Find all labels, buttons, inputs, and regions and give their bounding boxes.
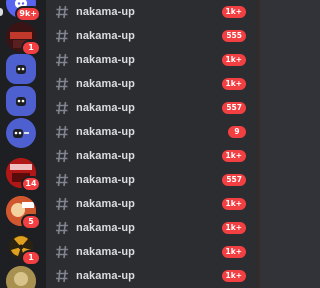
- channel-name: nakama-up: [76, 102, 135, 114]
- unread-badge: 1k+: [221, 222, 246, 234]
- server-art-icon: [6, 266, 36, 288]
- unread-badge: 1k+: [221, 150, 246, 162]
- hashtag-icon: [56, 125, 68, 139]
- channel-name: nakama-up: [76, 246, 135, 258]
- unread-badge: 555: [222, 30, 246, 42]
- chat-area-edge: [258, 0, 288, 288]
- hashtag-icon: [56, 5, 68, 19]
- mention-badge: 14: [21, 176, 41, 192]
- unread-badge: 9: [228, 126, 246, 138]
- channel-name: nakama-up: [76, 222, 135, 234]
- channel-item[interactable]: nakama-up 1k+: [52, 74, 252, 94]
- channel-item[interactable]: nakama-up 557: [52, 170, 252, 190]
- channel-name: nakama-up: [76, 270, 135, 282]
- channel-item[interactable]: nakama-up 557: [52, 98, 252, 118]
- unread-badge: 1k+: [221, 198, 246, 210]
- channel-item[interactable]: nakama-up 1k+: [52, 2, 252, 22]
- unread-badge: 1k+: [221, 6, 246, 18]
- mention-badge: 1: [21, 250, 41, 266]
- channel-item[interactable]: nakama-up 1k+: [52, 218, 252, 238]
- server-icon-8[interactable]: [6, 266, 36, 288]
- channel-name: nakama-up: [76, 6, 135, 18]
- robot-icon: [16, 65, 26, 74]
- server-icon-7[interactable]: 1: [6, 232, 41, 266]
- channel-item[interactable]: nakama-up 1k+: [52, 266, 252, 286]
- hashtag-icon: [56, 149, 68, 163]
- channel-name: nakama-up: [76, 78, 135, 90]
- server-icon-2[interactable]: [6, 54, 36, 84]
- channel-name: nakama-up: [76, 54, 135, 66]
- mention-badge: 5: [21, 214, 41, 230]
- server-indicator-pill: [0, 8, 3, 16]
- hashtag-icon: [56, 77, 68, 91]
- server-icon-3[interactable]: [6, 86, 36, 116]
- unread-badge: 557: [222, 174, 246, 186]
- server-icon-1[interactable]: 1: [6, 22, 41, 56]
- unread-badge: 1k+: [221, 78, 246, 90]
- mention-badge: 9k+: [15, 6, 41, 22]
- channel-item[interactable]: nakama-up 1k+: [52, 146, 252, 166]
- channel-item[interactable]: nakama-up 1k+: [52, 194, 252, 214]
- hashtag-icon: [56, 221, 68, 235]
- hashtag-icon: [56, 53, 68, 67]
- server-icon-0[interactable]: 9k+: [6, 0, 41, 22]
- hashtag-icon: [56, 245, 68, 259]
- unread-badge: 557: [222, 102, 246, 114]
- hashtag-icon: [56, 173, 68, 187]
- server-icon-4[interactable]: [6, 118, 36, 148]
- channel-name: nakama-up: [76, 198, 135, 210]
- hashtag-icon: [56, 29, 68, 43]
- hashtag-icon: [56, 197, 68, 211]
- channel-name: nakama-up: [76, 30, 135, 42]
- channel-name: nakama-up: [76, 174, 135, 186]
- channel-sidebar: nakama-up 1k+ nakama-up 555 nakama-up 1k…: [46, 0, 258, 288]
- hashtag-icon: [56, 269, 68, 283]
- channel-item[interactable]: nakama-up 1k+: [52, 50, 252, 70]
- channel-item[interactable]: nakama-up 555: [52, 26, 252, 46]
- robot-icon: [13, 129, 29, 138]
- channel-item[interactable]: nakama-up 9: [52, 122, 252, 142]
- server-icon-6[interactable]: 5: [6, 196, 41, 230]
- hashtag-icon: [56, 101, 68, 115]
- unread-badge: 1k+: [221, 270, 246, 282]
- divider: [258, 0, 260, 288]
- unread-badge: 1k+: [221, 54, 246, 66]
- channel-name: nakama-up: [76, 150, 135, 162]
- server-icon-5[interactable]: 14: [6, 158, 41, 192]
- server-rail: 9k+ 1 14 5 1: [0, 0, 46, 288]
- channel-name: nakama-up: [76, 126, 135, 138]
- robot-icon: [16, 97, 26, 106]
- unread-badge: 1k+: [221, 246, 246, 258]
- channel-item[interactable]: nakama-up 1k+: [52, 242, 252, 262]
